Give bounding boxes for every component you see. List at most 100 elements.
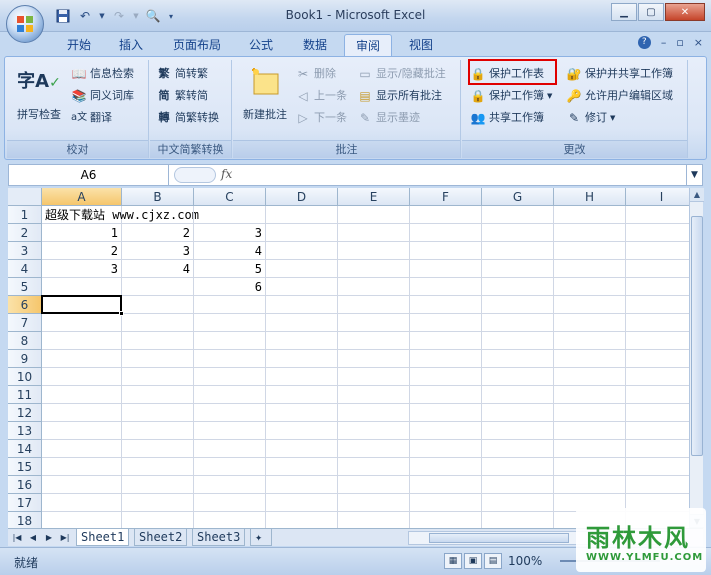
protect-and-share-button[interactable]: 🔐 保护并共享工作簿 [566, 64, 673, 84]
cell-b16[interactable] [122, 476, 194, 494]
cell-g13[interactable] [482, 422, 554, 440]
column-header[interactable]: F [410, 188, 482, 206]
vertical-scroll-thumb[interactable] [691, 216, 703, 456]
cell-i8[interactable] [626, 332, 689, 350]
minimize-button[interactable]: ▁ [611, 3, 637, 21]
tab-insert[interactable]: 插入 [110, 34, 152, 56]
cell-e4[interactable] [338, 260, 410, 278]
cell-a17[interactable] [42, 494, 122, 512]
cell-d13[interactable] [266, 422, 338, 440]
cell-e7[interactable] [338, 314, 410, 332]
delete-comment-button[interactable]: ✂ 删除 [295, 64, 336, 84]
cell-h8[interactable] [554, 332, 626, 350]
cell-e13[interactable] [338, 422, 410, 440]
cell-i3[interactable] [626, 242, 689, 260]
cell-g2[interactable] [482, 224, 554, 242]
cell-c2[interactable]: 3 [194, 224, 266, 242]
column-header[interactable]: D [266, 188, 338, 206]
page-layout-view-icon[interactable]: ▣ [464, 553, 482, 569]
cell-h12[interactable] [554, 404, 626, 422]
cell-a4[interactable]: 3 [42, 260, 122, 278]
cell-h3[interactable] [554, 242, 626, 260]
insert-function-button[interactable]: fx [221, 167, 232, 181]
cell-f1[interactable] [410, 206, 482, 224]
cell-b7[interactable] [122, 314, 194, 332]
cell-a16[interactable] [42, 476, 122, 494]
spell-check-button[interactable]: 字A✓ 拼写检查 [11, 64, 67, 122]
previous-comment-button[interactable]: ◁ 上一条 [295, 86, 347, 106]
insert-sheet-icon[interactable]: ✦ [250, 529, 272, 546]
cell-b8[interactable] [122, 332, 194, 350]
close-button[interactable]: ✕ [665, 3, 705, 21]
cell-e15[interactable] [338, 458, 410, 476]
name-box[interactable]: A6 [9, 165, 169, 185]
cell-f7[interactable] [410, 314, 482, 332]
cell-d3[interactable] [266, 242, 338, 260]
cell-f3[interactable] [410, 242, 482, 260]
cell-h11[interactable] [554, 386, 626, 404]
cell-g1[interactable] [482, 206, 554, 224]
cell-f4[interactable] [410, 260, 482, 278]
worksheet-grid[interactable]: A B C D E F G H I 1 超级下载站 www.cjxz.com 2 1 2 3 3 2 3 4 4 3 4 5… [8, 188, 689, 528]
cell-e2[interactable] [338, 224, 410, 242]
cell-d1[interactable] [266, 206, 338, 224]
cell-c8[interactable] [194, 332, 266, 350]
cell-c13[interactable] [194, 422, 266, 440]
cell-a11[interactable] [42, 386, 122, 404]
next-comment-button[interactable]: ▷ 下一条 [295, 108, 347, 128]
column-header[interactable]: C [194, 188, 266, 206]
cell-a9[interactable] [42, 350, 122, 368]
cell-c16[interactable] [194, 476, 266, 494]
cell-h16[interactable] [554, 476, 626, 494]
minimize-ribbon-icon[interactable]: – [661, 36, 667, 49]
allow-edit-ranges-button[interactable]: 🔑 允许用户编辑区域 [566, 86, 673, 106]
cell-g6[interactable] [482, 296, 554, 314]
tab-review[interactable]: 审阅 [344, 34, 392, 56]
cell-a7[interactable] [42, 314, 122, 332]
new-comment-button[interactable]: 新建批注 [237, 64, 293, 122]
cell-g17[interactable] [482, 494, 554, 512]
cell-d6[interactable] [266, 296, 338, 314]
cell-c18[interactable] [194, 512, 266, 528]
row-header[interactable]: 17 [8, 494, 42, 512]
cell-f17[interactable] [410, 494, 482, 512]
cell-a18[interactable] [42, 512, 122, 528]
cell-c15[interactable] [194, 458, 266, 476]
cell-d18[interactable] [266, 512, 338, 528]
column-header[interactable]: E [338, 188, 410, 206]
cell-i13[interactable] [626, 422, 689, 440]
cell-f6[interactable] [410, 296, 482, 314]
cell-e11[interactable] [338, 386, 410, 404]
cell-h10[interactable] [554, 368, 626, 386]
cell-i5[interactable] [626, 278, 689, 296]
cell-i16[interactable] [626, 476, 689, 494]
row-header[interactable]: 6 [8, 296, 42, 314]
cell-d16[interactable] [266, 476, 338, 494]
cell-d5[interactable] [266, 278, 338, 296]
cell-i4[interactable] [626, 260, 689, 278]
track-changes-button[interactable]: ✎ 修订 ▼ [566, 108, 615, 128]
cell-d7[interactable] [266, 314, 338, 332]
thesaurus-button[interactable]: 📚 同义词库 [71, 86, 134, 106]
cell-e12[interactable] [338, 404, 410, 422]
cell-h7[interactable] [554, 314, 626, 332]
column-header[interactable]: H [554, 188, 626, 206]
cell-c7[interactable] [194, 314, 266, 332]
cell-a5[interactable] [42, 278, 122, 296]
cell-e18[interactable] [338, 512, 410, 528]
cell-a13[interactable] [42, 422, 122, 440]
cell-i9[interactable] [626, 350, 689, 368]
sheet-tab-sheet1[interactable]: Sheet1 [76, 529, 130, 546]
cell-c9[interactable] [194, 350, 266, 368]
cell-h9[interactable] [554, 350, 626, 368]
show-all-comments-button[interactable]: ▤ 显示所有批注 [357, 86, 442, 106]
horizontal-scroll-thumb[interactable] [429, 533, 569, 543]
cell-e16[interactable] [338, 476, 410, 494]
cell-f9[interactable] [410, 350, 482, 368]
cell-h15[interactable] [554, 458, 626, 476]
cell-b18[interactable] [122, 512, 194, 528]
cell-b6[interactable] [122, 296, 194, 314]
cell-d8[interactable] [266, 332, 338, 350]
cell-a2[interactable]: 1 [42, 224, 122, 242]
cell-b10[interactable] [122, 368, 194, 386]
